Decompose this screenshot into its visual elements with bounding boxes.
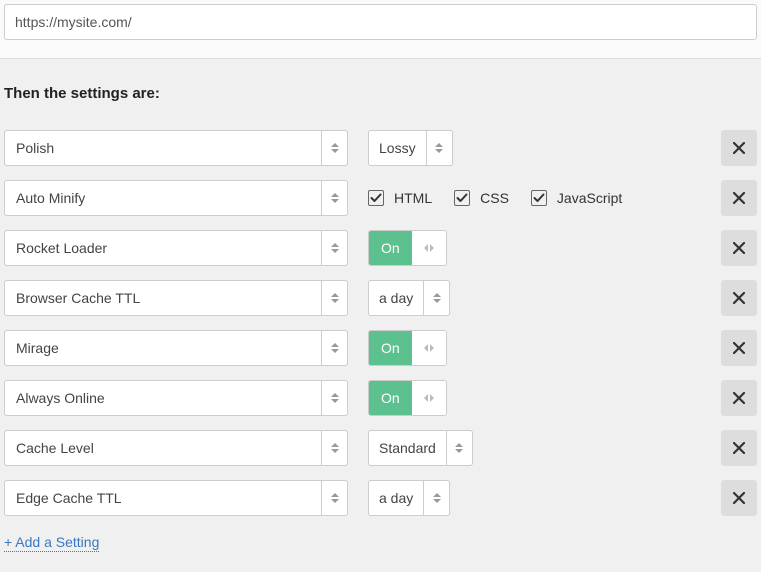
setting-name-select[interactable]: Edge Cache TTL bbox=[4, 480, 348, 516]
delete-button[interactable] bbox=[721, 130, 757, 166]
checkbox-css[interactable]: CSS bbox=[454, 190, 509, 206]
checkbox-html[interactable]: HTML bbox=[368, 190, 432, 206]
checkbox-icon bbox=[368, 190, 384, 206]
delete-button[interactable] bbox=[721, 180, 757, 216]
setting-name-label: Edge Cache TTL bbox=[5, 481, 321, 515]
close-icon bbox=[733, 342, 745, 354]
toggle-on-label: On bbox=[369, 381, 412, 415]
toggle-handle bbox=[412, 381, 446, 415]
setting-name-label: Mirage bbox=[5, 331, 321, 365]
toggle-handle bbox=[412, 231, 446, 265]
toggle[interactable]: On bbox=[368, 330, 447, 366]
updown-icon[interactable] bbox=[321, 481, 347, 515]
setting-name-label: Auto Minify bbox=[5, 181, 321, 215]
setting-row: Polish Lossy bbox=[4, 130, 757, 166]
delete-button[interactable] bbox=[721, 430, 757, 466]
delete-button[interactable] bbox=[721, 380, 757, 416]
checkbox-icon bbox=[454, 190, 470, 206]
updown-icon[interactable] bbox=[321, 431, 347, 465]
delete-button[interactable] bbox=[721, 480, 757, 516]
close-icon bbox=[733, 492, 745, 504]
setting-row: Browser Cache TTL a day bbox=[4, 280, 757, 316]
checkbox-label: HTML bbox=[394, 190, 432, 206]
setting-name-select[interactable]: Browser Cache TTL bbox=[4, 280, 348, 316]
setting-row: Auto Minify HTML CSS JavaScript bbox=[4, 180, 757, 216]
add-setting-link[interactable]: + Add a Setting bbox=[4, 534, 99, 552]
updown-icon[interactable] bbox=[321, 181, 347, 215]
delete-button[interactable] bbox=[721, 280, 757, 316]
setting-row: Rocket Loader On bbox=[4, 230, 757, 266]
setting-name-label: Cache Level bbox=[5, 431, 321, 465]
setting-name-label: Rocket Loader bbox=[5, 231, 321, 265]
delete-button[interactable] bbox=[721, 330, 757, 366]
toggle-handle bbox=[412, 331, 446, 365]
setting-value-label: a day bbox=[369, 481, 423, 515]
updown-icon[interactable] bbox=[321, 381, 347, 415]
setting-name-select[interactable]: Rocket Loader bbox=[4, 230, 348, 266]
checkbox-js[interactable]: JavaScript bbox=[531, 190, 622, 206]
setting-name-label: Polish bbox=[5, 131, 321, 165]
url-input[interactable] bbox=[4, 4, 757, 40]
setting-name-select[interactable]: Auto Minify bbox=[4, 180, 348, 216]
updown-icon[interactable] bbox=[446, 431, 472, 465]
setting-row: Edge Cache TTL a day bbox=[4, 480, 757, 516]
setting-value-select[interactable]: a day bbox=[368, 480, 450, 516]
updown-icon[interactable] bbox=[423, 281, 449, 315]
setting-value-select[interactable]: a day bbox=[368, 280, 450, 316]
updown-icon[interactable] bbox=[321, 331, 347, 365]
toggle-on-label: On bbox=[369, 331, 412, 365]
setting-row: Mirage On bbox=[4, 330, 757, 366]
setting-value-label: Lossy bbox=[369, 131, 426, 165]
updown-icon[interactable] bbox=[423, 481, 449, 515]
updown-icon[interactable] bbox=[426, 131, 452, 165]
toggle[interactable]: On bbox=[368, 230, 447, 266]
updown-icon[interactable] bbox=[321, 231, 347, 265]
setting-name-select[interactable]: Always Online bbox=[4, 380, 348, 416]
setting-name-label: Always Online bbox=[5, 381, 321, 415]
close-icon bbox=[733, 392, 745, 404]
delete-button[interactable] bbox=[721, 230, 757, 266]
close-icon bbox=[733, 242, 745, 254]
updown-icon[interactable] bbox=[321, 281, 347, 315]
setting-value-select[interactable]: Lossy bbox=[368, 130, 453, 166]
updown-icon[interactable] bbox=[321, 131, 347, 165]
setting-name-select[interactable]: Mirage bbox=[4, 330, 348, 366]
close-icon bbox=[733, 442, 745, 454]
checkbox-label: JavaScript bbox=[557, 190, 622, 206]
toggle-on-label: On bbox=[369, 231, 412, 265]
setting-value-label: Standard bbox=[369, 431, 446, 465]
setting-value-label: a day bbox=[369, 281, 423, 315]
setting-row: Cache Level Standard bbox=[4, 430, 757, 466]
setting-row: Always Online On bbox=[4, 380, 757, 416]
checkbox-icon bbox=[531, 190, 547, 206]
setting-name-select[interactable]: Cache Level bbox=[4, 430, 348, 466]
setting-name-select[interactable]: Polish bbox=[4, 130, 348, 166]
setting-value-select[interactable]: Standard bbox=[368, 430, 473, 466]
checkbox-label: CSS bbox=[480, 190, 509, 206]
close-icon bbox=[733, 142, 745, 154]
close-icon bbox=[733, 292, 745, 304]
settings-heading: Then the settings are: bbox=[4, 85, 757, 102]
close-icon bbox=[733, 192, 745, 204]
setting-name-label: Browser Cache TTL bbox=[5, 281, 321, 315]
toggle[interactable]: On bbox=[368, 380, 447, 416]
